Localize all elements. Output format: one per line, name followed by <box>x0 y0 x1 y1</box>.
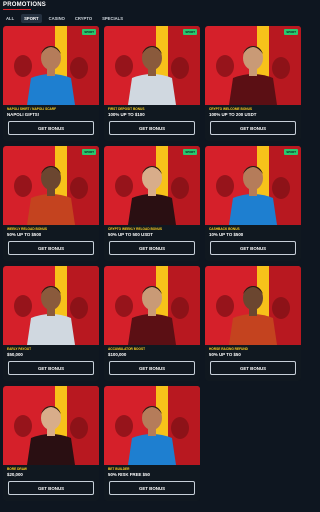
get-bonus-button[interactable]: GET BONUS <box>8 481 94 495</box>
card-subtitle: CRYPTO WEEKLY RELOAD BONUS <box>108 227 163 231</box>
player-thumbs-up-image <box>104 146 200 225</box>
get-bonus-button[interactable]: GET BONUS <box>8 241 94 255</box>
get-bonus-button[interactable]: GET BONUS <box>210 121 296 135</box>
card-title: 50% RISK FREE $50 <box>108 472 150 477</box>
promo-card[interactable]: HORSE RACING REFUND 50% UP TO $50 GET BONU… <box>205 266 301 381</box>
promo-card[interactable]: SPORT CRYPTO WEEKLY RELOAD BONUS 50% UP TO… <box>104 146 200 261</box>
card-subtitle: WEEKLY RELOAD BONUS <box>7 227 48 231</box>
player-striped-shirt-image <box>205 26 301 105</box>
card-subtitle: BORE DRAW <box>7 467 27 471</box>
sport-badge: SPORT <box>183 149 197 155</box>
card-subtitle: EARLY PAYOUT <box>7 347 32 351</box>
card-title: $50,000 <box>7 352 23 357</box>
sport-badge: SPORT <box>284 149 298 155</box>
promo-card[interactable]: SPORT CASHBACK BONUS 10% UP TO $500 GET BON… <box>205 146 301 261</box>
card-info: EARLY PAYOUT $50,000 GET BONUS <box>3 345 99 381</box>
card-title: 50% UP TO $500 <box>7 232 42 237</box>
card-title: 50% UP TO 500 USDT <box>108 232 153 237</box>
page-title: PROMOTIONS <box>3 2 47 8</box>
card-info: CASHBACK BONUS 10% UP TO $500 GET BONUS <box>205 225 301 261</box>
get-bonus-button[interactable]: GET BONUS <box>109 241 195 255</box>
card-info: ACCUMULATOR BOOST $100,000 GET BONUS <box>104 345 200 381</box>
promo-card[interactable]: BORE DRAW $20,000 GET BONUS <box>3 386 99 501</box>
card-title: 50% UP TO $50 <box>209 352 241 357</box>
get-bonus-button[interactable]: GET BONUS <box>210 361 296 375</box>
card-title: $100,000 <box>108 352 127 357</box>
tab-sport[interactable]: SPORT <box>21 14 42 23</box>
card-subtitle: HORSE RACING REFUND <box>209 347 248 351</box>
card-title: 10% UP TO $500 <box>209 232 244 237</box>
card-info: HORSE RACING REFUND 50% UP TO $50 GET BONU… <box>205 345 301 381</box>
player-image <box>3 266 99 345</box>
card-info: BORE DRAW $20,000 GET BONUS <box>3 465 99 501</box>
promo-card[interactable]: SPORT CRYPTO WELCOME BONUS 100% UP TO 200 … <box>205 26 301 141</box>
get-bonus-button[interactable]: GET BONUS <box>109 121 195 135</box>
player-bald-image <box>104 266 200 345</box>
promo-card[interactable]: SPORT NAPOLI SHIRT / NAPOLI SCARF NAPOLI G… <box>3 26 99 141</box>
card-title: 100% UP TO 200 USDT <box>209 112 257 117</box>
page-header: PROMOTIONS <box>3 2 301 10</box>
card-subtitle: CRYPTO WELCOME BONUS <box>209 107 253 111</box>
promo-card[interactable]: SPORT FIRST DEPOSIT BONUS 100% UP TO $100 G… <box>104 26 200 141</box>
card-info: CRYPTO WEEKLY RELOAD BONUS 50% UP TO 500 … <box>104 225 200 261</box>
get-bonus-button[interactable]: GET BONUS <box>109 481 195 495</box>
card-subtitle: CASHBACK BONUS <box>209 227 240 231</box>
card-title: NAPOLI GIFTS! <box>7 112 40 117</box>
card-title: $20,000 <box>7 472 23 477</box>
promo-card[interactable]: EARLY PAYOUT $50,000 GET BONUS <box>3 266 99 381</box>
get-bonus-button[interactable]: GET BONUS <box>8 361 94 375</box>
promo-tabs: ALL SPORT CASINO CRYPTO SPECIALS <box>3 14 126 23</box>
player-image <box>3 386 99 465</box>
card-subtitle: BET BUILDER <box>108 467 130 471</box>
promo-card[interactable]: SPORT WEEKLY RELOAD BONUS 50% UP TO $500 GE… <box>3 146 99 261</box>
card-info: BET BUILDER 50% RISK FREE $50 GET BONUS <box>104 465 200 501</box>
tab-casino[interactable]: CASINO <box>46 14 68 23</box>
jockey-image <box>205 266 301 345</box>
promo-card[interactable]: ACCUMULATOR BOOST $100,000 GET BONUS <box>104 266 200 381</box>
sport-badge: SPORT <box>284 29 298 35</box>
sport-badge: SPORT <box>82 29 96 35</box>
player-basketball-image <box>205 146 301 225</box>
get-bonus-button[interactable]: GET BONUS <box>210 241 296 255</box>
card-info: CRYPTO WELCOME BONUS 100% UP TO 200 USDT G… <box>205 105 301 141</box>
card-subtitle: ACCUMULATOR BOOST <box>108 347 146 351</box>
players-napoli-image <box>3 26 99 105</box>
card-subtitle: FIRST DEPOSIT BONUS <box>108 107 145 111</box>
tab-specials[interactable]: SPECIALS <box>99 14 126 23</box>
card-info: FIRST DEPOSIT BONUS 100% UP TO $100 GET BO… <box>104 105 200 141</box>
get-bonus-button[interactable]: GET BONUS <box>109 361 195 375</box>
card-info: WEEKLY RELOAD BONUS 50% UP TO $500 GET BON… <box>3 225 99 261</box>
card-title: 100% UP TO $100 <box>108 112 145 117</box>
tab-all[interactable]: ALL <box>3 14 17 23</box>
promo-card[interactable]: BET BUILDER 50% RISK FREE $50 GET BONUS <box>104 386 200 501</box>
title-underline <box>3 9 31 10</box>
sport-badge: SPORT <box>82 149 96 155</box>
card-subtitle: NAPOLI SHIRT / NAPOLI SCARF <box>7 107 57 111</box>
get-bonus-button[interactable]: GET BONUS <box>8 121 94 135</box>
player-image <box>3 146 99 225</box>
tab-crypto[interactable]: CRYPTO <box>72 14 95 23</box>
card-info: NAPOLI SHIRT / NAPOLI SCARF NAPOLI GIFTS!… <box>3 105 99 141</box>
player-image <box>104 386 200 465</box>
player-tennis-image <box>104 26 200 105</box>
sport-badge: SPORT <box>183 29 197 35</box>
